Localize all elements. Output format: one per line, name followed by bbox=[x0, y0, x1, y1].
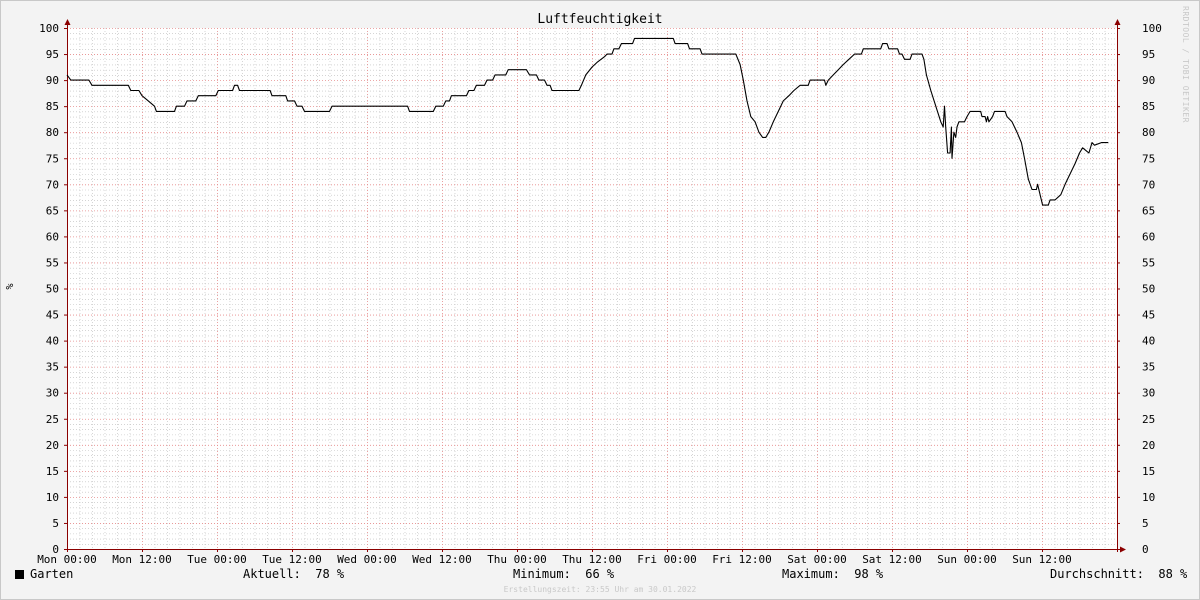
y-tick-label-right: 90 bbox=[1142, 74, 1155, 87]
legend-current: Aktuell: 78 % bbox=[243, 567, 344, 581]
y-tick-label-right: 80 bbox=[1142, 126, 1155, 139]
x-tick-label: Tue 12:00 bbox=[262, 553, 322, 566]
y-axis-arrow-right bbox=[1114, 19, 1121, 25]
y-tick-label-right: 5 bbox=[1142, 517, 1149, 530]
legend-series-name: Garten bbox=[30, 567, 74, 581]
legend-swatch bbox=[15, 570, 24, 579]
x-tick-label: Wed 12:00 bbox=[412, 553, 472, 566]
legend-current-label: Aktuell: bbox=[243, 567, 301, 581]
creation-time-footer: Erstellungszeit: 23:55 Uhr am 30.01.2022 bbox=[503, 585, 697, 594]
y-tick-label-left: 70 bbox=[46, 178, 59, 191]
x-tick-label: Wed 00:00 bbox=[337, 553, 397, 566]
plot-area bbox=[67, 28, 1117, 549]
x-tick-label: Mon 00:00 bbox=[37, 553, 97, 566]
y-tick-label-right: 50 bbox=[1142, 283, 1155, 296]
x-tick-label: Sat 00:00 bbox=[787, 553, 847, 566]
y-tick-label-left: 40 bbox=[46, 335, 59, 348]
y-tick-label-left: 80 bbox=[46, 126, 59, 139]
y-tick-label-left: 90 bbox=[46, 74, 59, 87]
x-tick-label: Fri 00:00 bbox=[637, 553, 697, 566]
y-tick-label-right: 15 bbox=[1142, 465, 1155, 478]
legend-average: Durchschnitt: 88 % bbox=[1050, 567, 1187, 581]
y-tick-label-right: 70 bbox=[1142, 178, 1155, 191]
y-tick-label-left: 45 bbox=[46, 309, 59, 322]
y-tick-label-right: 55 bbox=[1142, 256, 1155, 269]
y-tick-label-right: 10 bbox=[1142, 491, 1155, 504]
y-tick-label-right: 95 bbox=[1142, 48, 1155, 61]
legend-avg-label: Durchschnitt: bbox=[1050, 567, 1144, 581]
y-tick-label-right: 35 bbox=[1142, 361, 1155, 374]
y-tick-label-left: 25 bbox=[46, 413, 59, 426]
y-tick-label-right: 65 bbox=[1142, 204, 1155, 217]
y-tick-label-left: 15 bbox=[46, 465, 59, 478]
y-tick-label-left: 65 bbox=[46, 204, 59, 217]
x-tick-label: Sun 00:00 bbox=[937, 553, 997, 566]
x-tick-label: Tue 00:00 bbox=[187, 553, 247, 566]
x-tick-label: Thu 12:00 bbox=[562, 553, 622, 566]
y-tick-label-right: 25 bbox=[1142, 413, 1155, 426]
y-tick-label-left: 35 bbox=[46, 361, 59, 374]
y-tick-label-right: 0 bbox=[1142, 543, 1149, 556]
y-tick-label-left: 50 bbox=[46, 283, 59, 296]
y-tick-label-left: 60 bbox=[46, 230, 59, 243]
x-tick-label: Fri 12:00 bbox=[712, 553, 772, 566]
y-tick-label-left: 55 bbox=[46, 256, 59, 269]
legend-min-value: 66 % bbox=[585, 567, 615, 581]
y-tick-label-left: 75 bbox=[46, 152, 59, 165]
legend-max-value: 98 % bbox=[854, 567, 884, 581]
x-tick-label: Sun 12:00 bbox=[1012, 553, 1072, 566]
x-tick-label: Thu 00:00 bbox=[487, 553, 547, 566]
y-tick-label-right: 75 bbox=[1142, 152, 1155, 165]
legend-minimum: Minimum: 66 % bbox=[513, 567, 614, 581]
y-tick-label-right: 30 bbox=[1142, 387, 1155, 400]
y-tick-label-right: 85 bbox=[1142, 100, 1155, 113]
y-tick-label-left: 95 bbox=[46, 48, 59, 61]
y-tick-label-left: 20 bbox=[46, 439, 59, 452]
y-tick-label-left: 30 bbox=[46, 387, 59, 400]
y-axis-arrow-left bbox=[64, 19, 71, 25]
legend-avg-value: 88 % bbox=[1158, 567, 1188, 581]
y-tick-label-left: 100 bbox=[39, 22, 59, 35]
legend-maximum: Maximum: 98 % bbox=[782, 567, 883, 581]
y-tick-label-left: 10 bbox=[46, 491, 59, 504]
legend-current-value: 78 % bbox=[315, 567, 345, 581]
humidity-chart: 0 05 510 1015 1520 2025 2530 3035 3540 4045 4550 50… bbox=[5, 12, 1162, 566]
rrdtool-watermark: RRDTOOL / TOBI OETIKER bbox=[1181, 6, 1190, 123]
y-tick-label-right: 40 bbox=[1142, 335, 1155, 348]
y-tick-label-left: 5 bbox=[52, 517, 59, 530]
x-axis-arrow bbox=[1120, 546, 1126, 553]
y-tick-label-left: 85 bbox=[46, 100, 59, 113]
x-tick-label: Sat 12:00 bbox=[862, 553, 922, 566]
y-tick-label-right: 100 bbox=[1142, 22, 1162, 35]
y-tick-label-right: 45 bbox=[1142, 309, 1155, 322]
y-tick-label-right: 60 bbox=[1142, 230, 1155, 243]
legend-min-label: Minimum: bbox=[513, 567, 571, 581]
x-tick-label: Mon 12:00 bbox=[112, 553, 172, 566]
chart-title: Luftfeuchtigkeit bbox=[537, 12, 662, 27]
y-axis-label: % bbox=[5, 283, 16, 289]
legend-max-label: Maximum: bbox=[782, 567, 840, 581]
y-tick-label-right: 20 bbox=[1142, 439, 1155, 452]
